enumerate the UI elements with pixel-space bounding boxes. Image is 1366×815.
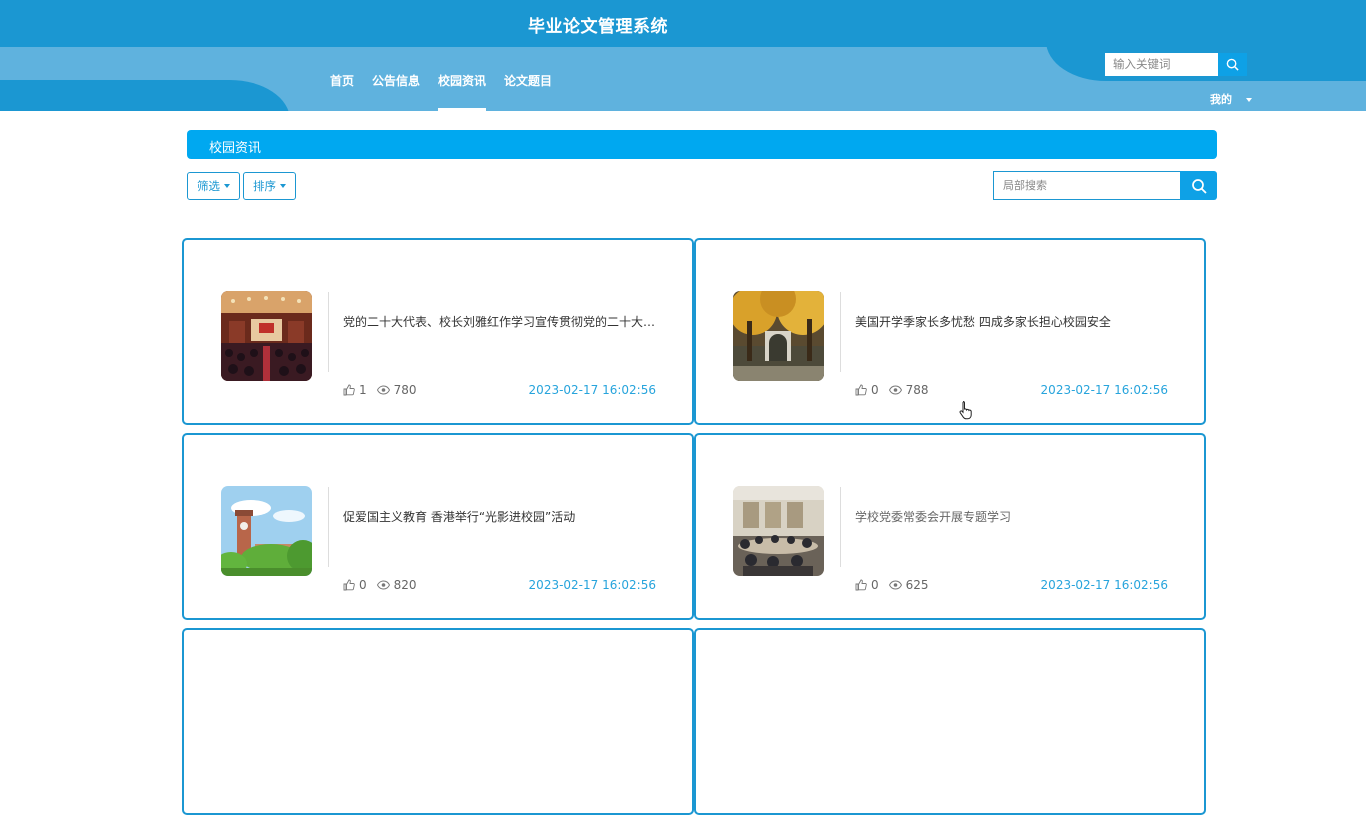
news-thumbnail: [733, 291, 824, 381]
header-decor-left: [0, 80, 290, 111]
section-title: 校园资讯: [209, 141, 262, 156]
news-card[interactable]: 学校党委常委会开展专题学习 0 625 2023-02-17 16:02:56: [694, 433, 1206, 620]
news-thumbnail: [221, 291, 312, 381]
local-search: 局部搜索: [993, 171, 1217, 200]
section-title-bar: 校园资讯: [187, 130, 1217, 159]
news-title[interactable]: 学校党委常委会开展专题学习: [855, 508, 1175, 525]
hand-cursor-icon: [959, 401, 972, 420]
like-count: 0: [871, 578, 879, 592]
news-time: 2023-02-17 16:02:56: [528, 578, 656, 592]
thumbs-up-icon: [855, 579, 867, 591]
header-search: 输入关键词: [1105, 53, 1247, 76]
caret-down-icon: [224, 184, 230, 188]
card-divider: [840, 487, 841, 567]
filter-button[interactable]: 筛选: [187, 172, 240, 200]
nav-campus-news[interactable]: 校园资讯: [429, 72, 495, 111]
nav-announcements[interactable]: 公告信息: [363, 72, 429, 111]
news-stats: 0 788: [855, 383, 929, 397]
news-time: 2023-02-17 16:02:56: [528, 383, 656, 397]
view-count: 820: [393, 578, 417, 592]
eye-icon: [888, 385, 902, 395]
view-count: 788: [905, 383, 929, 397]
news-title[interactable]: 美国开学季家长多忧愁 四成多家长担心校园安全: [855, 313, 1175, 330]
like-count: 0: [871, 383, 879, 397]
main-nav: 首页 公告信息 校园资讯 论文题目: [330, 72, 561, 111]
thumbs-up-icon: [855, 384, 867, 396]
news-title[interactable]: 党的二十大代表、校长刘雅红作学习宣传贯彻党的二十大精神宣讲报告: [343, 313, 663, 330]
view-count: 780: [393, 383, 417, 397]
sort-button[interactable]: 排序: [243, 172, 296, 200]
eye-icon: [376, 385, 390, 395]
user-menu[interactable]: 我的: [1210, 91, 1252, 107]
thumbs-up-icon: [343, 384, 355, 396]
news-thumbnail: [221, 486, 312, 576]
site-title: 毕业论文管理系统: [528, 17, 668, 37]
news-card[interactable]: 促爱国主义教育 香港举行“光影进校园”活动 0 820 2023-02-17 1…: [182, 433, 694, 620]
filter-label: 筛选: [197, 179, 220, 193]
news-time: 2023-02-17 16:02:56: [1040, 383, 1168, 397]
header-search-input[interactable]: 输入关键词: [1105, 53, 1218, 76]
eye-icon: [888, 580, 902, 590]
news-card[interactable]: [182, 628, 694, 815]
local-search-input[interactable]: 局部搜索: [993, 171, 1180, 200]
like-count: 1: [359, 383, 367, 397]
news-stats: 0 625: [855, 578, 929, 592]
news-stats: 0 820: [343, 578, 417, 592]
news-card[interactable]: 党的二十大代表、校长刘雅红作学习宣传贯彻党的二十大精神宣讲报告 1 780 20…: [182, 238, 694, 425]
search-icon: [1226, 58, 1239, 71]
caret-down-icon: [280, 184, 286, 188]
view-count: 625: [905, 578, 929, 592]
news-time: 2023-02-17 16:02:56: [1040, 578, 1168, 592]
header-search-button[interactable]: [1218, 53, 1247, 76]
thumbs-up-icon: [343, 579, 355, 591]
news-card[interactable]: [694, 628, 1206, 815]
sort-label: 排序: [253, 179, 276, 193]
local-search-button[interactable]: [1180, 171, 1217, 200]
card-divider: [840, 292, 841, 372]
news-stats: 1 780: [343, 383, 417, 397]
card-divider: [328, 487, 329, 567]
like-count: 0: [359, 578, 367, 592]
news-card[interactable]: 美国开学季家长多忧愁 四成多家长担心校园安全 0 788 2023-02-17 …: [694, 238, 1206, 425]
search-icon: [1191, 178, 1207, 194]
chevron-down-icon: [1246, 98, 1252, 102]
nav-thesis-topics[interactable]: 论文题目: [495, 72, 561, 111]
user-menu-label: 我的: [1210, 93, 1232, 106]
nav-home[interactable]: 首页: [330, 72, 363, 111]
card-divider: [328, 292, 329, 372]
news-title[interactable]: 促爱国主义教育 香港举行“光影进校园”活动: [343, 508, 663, 525]
eye-icon: [376, 580, 390, 590]
site-header: 毕业论文管理系统 首页 公告信息 校园资讯 论文题目 输入关键词 我的: [0, 0, 1366, 111]
news-thumbnail: [733, 486, 824, 576]
